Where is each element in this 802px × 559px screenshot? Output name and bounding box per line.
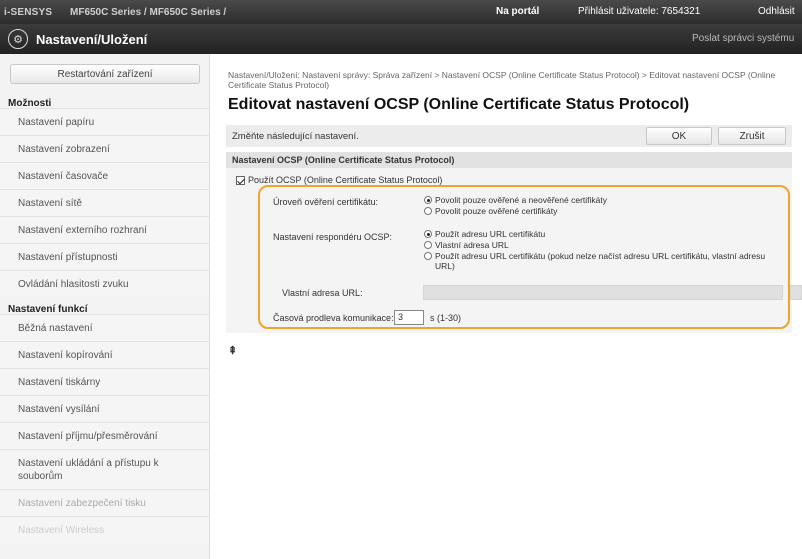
header-bar: ⚙ Nastavení/Uložení Poslat správci systé… <box>0 24 802 54</box>
sidebar-item-printer[interactable]: Nastavení tiskárny <box>0 368 209 395</box>
settings-home-icon[interactable]: ⚙ <box>8 29 28 49</box>
responder-option-1[interactable]: Vlastní adresa URL <box>424 240 509 250</box>
sidebar-item-paper[interactable]: Nastavení papíru <box>0 108 209 135</box>
sidebar-item-display[interactable]: Nastavení zobrazení <box>0 135 209 162</box>
custom-url-input[interactable] <box>423 285 783 300</box>
verification-option-0-label: Povolit pouze ověřené a neověřené certif… <box>435 195 607 205</box>
instruction-text: Změňte následující nastavení. <box>232 131 359 142</box>
model-name: MF650C Series / MF650C Series / <box>70 7 227 18</box>
radio-icon[interactable] <box>424 252 432 260</box>
restart-device-button[interactable]: Restartování zařízení <box>10 64 200 84</box>
portal-link[interactable]: Na portál <box>496 6 539 17</box>
verification-option-1-label: Povolit pouze ověřené certifikáty <box>435 206 558 216</box>
radio-icon[interactable] <box>424 207 432 215</box>
breadcrumb: Nastavení/Uložení: Nastavení správy: Spr… <box>228 70 776 90</box>
sidebar-item-accessibility[interactable]: Nastavení přístupnosti <box>0 243 209 270</box>
verification-option-1[interactable]: Povolit pouze ověřené certifikáty <box>424 206 557 216</box>
sidebar-item-store-access[interactable]: Nastavení ukládání a přístupu k souborům <box>0 449 209 489</box>
header-title: Nastavení/Uložení <box>36 32 148 47</box>
responder-option-0-label: Použít adresu URL certifikátu <box>435 229 546 239</box>
sidebar: Restartování zařízení Možnosti Nastavení… <box>0 54 210 559</box>
sidebar-item-external-interface[interactable]: Nastavení externího rozhraní <box>0 216 209 243</box>
sidebar-item-network[interactable]: Nastavení sítě <box>0 189 209 216</box>
custom-url-input-edge <box>790 285 802 300</box>
radio-selected-icon[interactable] <box>424 196 432 204</box>
responder-option-1-label: Vlastní adresa URL <box>435 240 509 250</box>
radio-selected-icon[interactable] <box>424 230 432 238</box>
timeout-label: Časová prodleva komunikace: <box>273 313 394 323</box>
responder-option-2-label: Použít adresu URL certifikátu (pokud nel… <box>435 251 766 271</box>
sidebar-item-copy[interactable]: Nastavení kopírování <box>0 341 209 368</box>
login-user-label: Přihlásit uživatele: 7654321 <box>578 6 701 17</box>
custom-url-label: Vlastní adresa URL: <box>282 288 363 298</box>
use-ocsp-checkbox[interactable] <box>236 175 245 185</box>
use-ocsp-label: Použít OCSP (Online Certificate Status P… <box>248 175 443 185</box>
ok-button[interactable]: OK <box>646 127 712 145</box>
responder-option-2[interactable]: Použít adresu URL certifikátu (pokud nel… <box>424 251 784 271</box>
instruction-bar: Změňte následující nastavení. OK Zrušit <box>226 125 792 147</box>
verification-option-0[interactable]: Povolit pouze ověřené a neověřené certif… <box>424 195 607 205</box>
mail-admin-link[interactable]: Poslat správci systému <box>692 33 794 44</box>
section-header: Nastavení OCSP (Online Certificate Statu… <box>226 152 792 168</box>
responder-option-0[interactable]: Použít adresu URL certifikátu <box>424 229 545 239</box>
sidebar-item-secure-print[interactable]: Nastavení zabezpečení tisku <box>0 489 209 516</box>
sidebar-item-volume[interactable]: Ovládání hlasitosti zvuku <box>0 270 209 297</box>
sidebar-item-send[interactable]: Nastavení vysílání <box>0 395 209 422</box>
timeout-unit: s (1-30) <box>430 313 462 323</box>
brand-logo: i-SENSYS <box>4 7 53 18</box>
top-bar: i-SENSYS MF650C Series / MF650C Series /… <box>0 0 802 24</box>
back-to-top-icon[interactable]: ⇞ <box>228 344 237 357</box>
sidebar-item-timer[interactable]: Nastavení časovače <box>0 162 209 189</box>
radio-icon[interactable] <box>424 241 432 249</box>
cancel-button[interactable]: Zrušit <box>718 127 786 145</box>
sidebar-item-common[interactable]: Běžná nastavení <box>0 314 209 341</box>
sidebar-item-receive[interactable]: Nastavení příjmu/přesměrování <box>0 422 209 449</box>
timeout-input[interactable]: 3 <box>394 310 424 325</box>
section-title: Nastavení OCSP (Online Certificate Statu… <box>232 155 455 165</box>
use-ocsp-row: Použít OCSP (Online Certificate Status P… <box>236 175 442 185</box>
sidebar-item-wireless[interactable]: Nastavení Wireless <box>0 516 209 543</box>
verification-level-label: Úroveň ověření certifikátu: <box>273 197 379 207</box>
logout-link[interactable]: Odhlásit <box>758 6 795 17</box>
page-title: Editovat nastavení OCSP (Online Certific… <box>228 96 690 113</box>
responder-label: Nastavení respondéru OCSP: <box>273 232 393 242</box>
